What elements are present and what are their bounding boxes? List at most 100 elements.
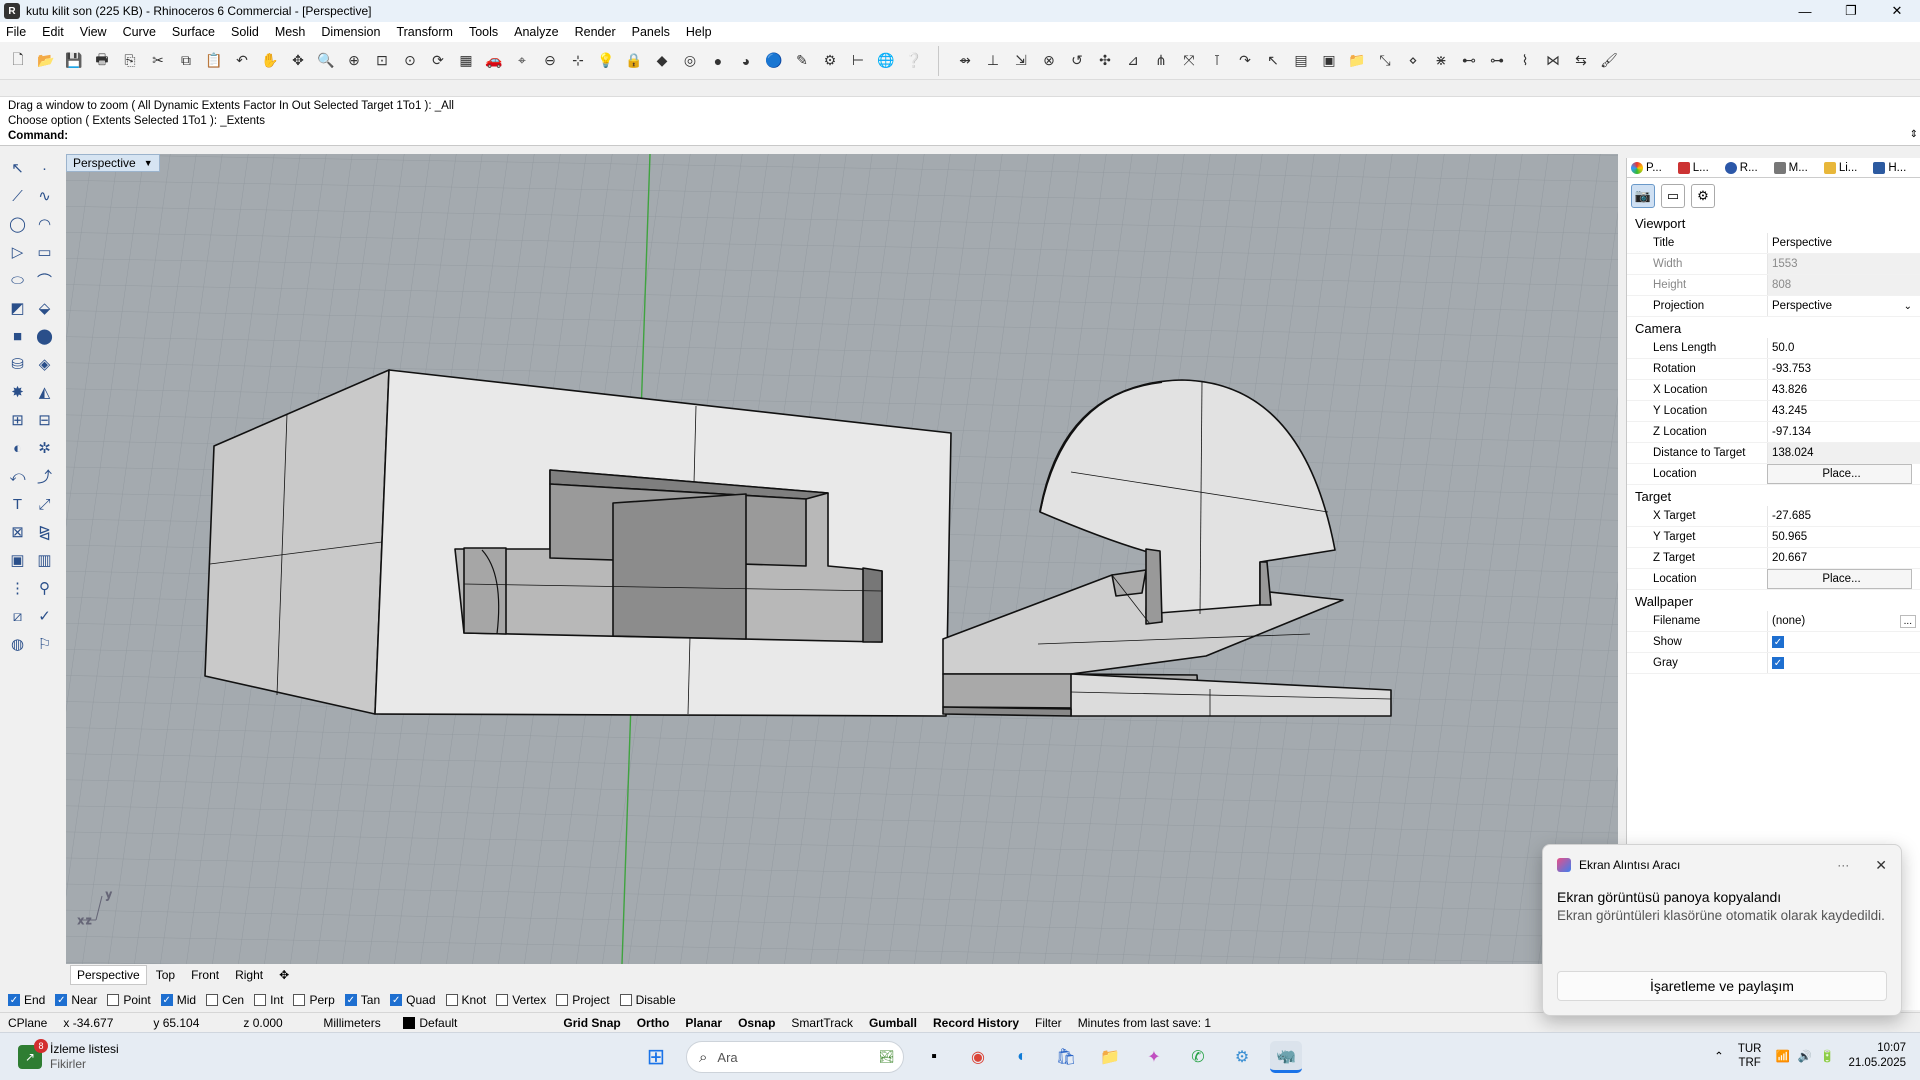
- render-sphere-icon[interactable]: 🔵: [762, 49, 786, 73]
- osnap-tan-checkbox[interactable]: ✓: [344, 994, 357, 1006]
- dimension-icon[interactable]: ⊢: [846, 49, 870, 73]
- fillet-edge-icon[interactable]: ◭: [33, 380, 57, 404]
- osnap-end-checkbox[interactable]: ✓: [8, 994, 20, 1006]
- cut-icon[interactable]: ✂: [146, 49, 170, 73]
- globe-icon[interactable]: 🌐: [874, 49, 898, 73]
- table-icon[interactable]: ▤: [1289, 49, 1313, 73]
- polyline-icon[interactable]: ⟋: [6, 184, 30, 208]
- input-language-indicator[interactable]: TUR TRF: [1738, 1042, 1762, 1070]
- pan-hand-icon[interactable]: ✋: [258, 49, 282, 73]
- osnap-int-checkbox[interactable]: [254, 994, 267, 1006]
- sphere-icon[interactable]: ⬤: [33, 324, 57, 348]
- insert-knot-icon[interactable]: ⋈: [1541, 49, 1565, 73]
- prop-rotation-value[interactable]: -93.753: [1767, 359, 1920, 379]
- add-viewport-tab-icon[interactable]: ✥: [272, 965, 296, 985]
- osnap-disable-checkbox[interactable]: [619, 994, 632, 1006]
- osnap-near[interactable]: ✓ Near: [55, 993, 97, 1007]
- material-icon[interactable]: ✎: [790, 49, 814, 73]
- camera-icon[interactable]: 📷: [1631, 184, 1655, 208]
- point-off-icon[interactable]: ⋇: [1429, 49, 1453, 73]
- curve-icon[interactable]: ∿: [33, 184, 57, 208]
- rectangle-icon[interactable]: ▭: [33, 240, 57, 264]
- viewport-title-tab[interactable]: Perspective ▼: [66, 154, 160, 172]
- osnap-near-checkbox[interactable]: ✓: [55, 994, 68, 1006]
- rebuild-icon[interactable]: ⇆: [1569, 49, 1593, 73]
- undo-icon[interactable]: ↶: [230, 49, 254, 73]
- display-mode-icon[interactable]: ▣: [1317, 49, 1341, 73]
- extrude-solid-icon[interactable]: ◈: [33, 352, 57, 376]
- gumball-scale-icon[interactable]: ⇲: [1009, 49, 1033, 73]
- settings-gears-icon[interactable]: ⚙: [818, 49, 842, 73]
- filename-field[interactable]: (none)...: [1767, 611, 1920, 631]
- file-explorer-icon[interactable]: 📁: [1094, 1041, 1126, 1073]
- more-options-icon[interactable]: ···: [1837, 858, 1849, 872]
- osnap-int[interactable]: Int: [254, 993, 283, 1007]
- gumball-snap-icon[interactable]: ✣: [1093, 49, 1117, 73]
- gumball-relocate-icon[interactable]: ⤧: [1177, 49, 1201, 73]
- windows-start-icon[interactable]: ⊞: [640, 1041, 672, 1073]
- color-wheel-icon[interactable]: ◎: [678, 49, 702, 73]
- dimension-curve-icon[interactable]: ⤺: [6, 464, 30, 488]
- perspective-viewport[interactable]: Perspective ▼ y x z: [66, 154, 1618, 964]
- menu-mesh[interactable]: Mesh: [275, 25, 306, 39]
- rhino-taskbar-icon[interactable]: 🦏: [1270, 1041, 1302, 1073]
- check-icon[interactable]: ✓: [33, 604, 57, 628]
- rotate-view-icon[interactable]: ⟳: [426, 49, 450, 73]
- osnap-vertex-checkbox[interactable]: [496, 994, 509, 1006]
- command-scroll-icon[interactable]: ⇕: [1910, 127, 1918, 142]
- handles-icon[interactable]: ⌇: [1513, 49, 1537, 73]
- volume-icon[interactable]: 🔊: [1798, 1049, 1812, 1063]
- light-bulb-icon[interactable]: 💡: [594, 49, 618, 73]
- osnap-perp-checkbox[interactable]: [293, 994, 306, 1006]
- osnap-point-checkbox[interactable]: [107, 994, 120, 1006]
- osnap-end[interactable]: ✓ End: [8, 993, 45, 1007]
- text-icon[interactable]: T: [6, 492, 30, 516]
- folder-icon[interactable]: 📁: [1345, 49, 1369, 73]
- menu-help[interactable]: Help: [686, 25, 712, 39]
- whatsapp-icon[interactable]: ✆: [1182, 1041, 1214, 1073]
- edit-curve-icon[interactable]: ⤡: [1373, 49, 1397, 73]
- tab-top[interactable]: Top: [149, 965, 182, 985]
- light-icon[interactable]: ✲: [33, 436, 57, 460]
- markup-and-share-button[interactable]: İşaretleme ve paylaşım: [1557, 971, 1887, 1001]
- move-view-icon[interactable]: ✥: [286, 49, 310, 73]
- tab-render[interactable]: R...: [1724, 161, 1766, 174]
- cplane-label[interactable]: CPlane: [0, 1016, 55, 1030]
- menu-panels[interactable]: Panels: [632, 25, 670, 39]
- grid-array-icon[interactable]: ⋮: [6, 576, 30, 600]
- box-icon[interactable]: ■: [6, 324, 30, 348]
- block-icon[interactable]: ▣: [6, 548, 30, 572]
- lock-icon[interactable]: 🔒: [622, 49, 646, 73]
- settings-app-icon[interactable]: ⚙: [1226, 1041, 1258, 1073]
- select-arrow-icon[interactable]: ↖: [6, 156, 30, 180]
- circle-icon[interactable]: ◯: [6, 212, 30, 236]
- osnap-disable[interactable]: Disable: [619, 993, 676, 1007]
- menu-analyze[interactable]: Analyze: [514, 25, 558, 39]
- copilot-icon[interactable]: ✦: [1138, 1041, 1170, 1073]
- gumball-sphere-icon[interactable]: ⊗: [1037, 49, 1061, 73]
- redo-arrow-icon[interactable]: ↷: [1233, 49, 1257, 73]
- gumball-toggle[interactable]: Gumball: [861, 1016, 925, 1030]
- menu-dimension[interactable]: Dimension: [321, 25, 380, 39]
- save-icon[interactable]: 💾: [62, 49, 86, 73]
- help-icon[interactable]: ❔: [902, 49, 926, 73]
- command-prompt[interactable]: Command:: [8, 129, 1912, 144]
- tab-layers[interactable]: L...: [1677, 161, 1717, 174]
- osnap-mid-checkbox[interactable]: ✓: [160, 994, 173, 1006]
- tab-help[interactable]: H...: [1873, 161, 1914, 174]
- hatch-icon[interactable]: ▥: [33, 548, 57, 572]
- prop-title-value[interactable]: Perspective: [1767, 233, 1920, 253]
- menu-file[interactable]: File: [6, 25, 26, 39]
- task-view-icon[interactable]: ▪: [918, 1041, 950, 1073]
- render-icon[interactable]: ◐: [6, 436, 30, 460]
- chevron-down-icon[interactable]: ⌄: [1904, 301, 1912, 312]
- gumball-align-icon[interactable]: ⇴: [953, 49, 977, 73]
- wifi-icon[interactable]: 📶: [1775, 1049, 1789, 1063]
- browse-button[interactable]: ...: [1899, 614, 1916, 628]
- cplane-icon[interactable]: ⊖: [538, 49, 562, 73]
- arc-icon[interactable]: ◠: [33, 212, 57, 236]
- menu-view[interactable]: View: [80, 25, 107, 39]
- close-icon[interactable]: ✕: [1875, 857, 1887, 874]
- import-icon[interactable]: ⎘: [118, 49, 142, 73]
- osnap-cen[interactable]: Cen: [206, 993, 244, 1007]
